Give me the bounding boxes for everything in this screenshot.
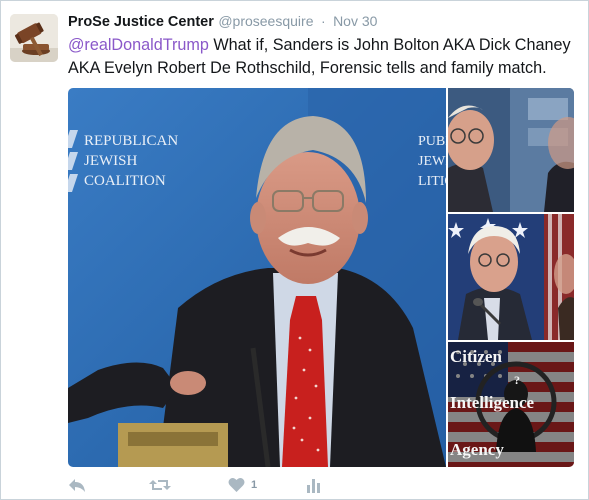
backdrop-text-1: REPUBLICAN	[84, 133, 178, 149]
analytics-icon	[307, 479, 320, 493]
retweet-icon	[149, 480, 171, 490]
reply-button[interactable]	[68, 477, 86, 493]
svg-text:?: ?	[514, 373, 520, 387]
backdrop-right-3: LITION	[418, 174, 446, 189]
backdrop-text-3: COALITION	[84, 173, 166, 189]
avatar[interactable]	[10, 14, 58, 62]
photo-thumb-2-image	[448, 214, 574, 340]
author-name[interactable]: ProSe Justice Center	[68, 14, 214, 30]
like-count: 1	[251, 479, 258, 491]
analytics-button[interactable]	[307, 477, 321, 493]
backdrop-right-2: JEWISH	[418, 154, 446, 169]
like-button[interactable]: 1	[228, 477, 257, 493]
photo-thumb-2[interactable]	[448, 214, 574, 340]
tweet-card: ProSe Justice Center @proseesquire · Nov…	[0, 0, 589, 500]
retweet-button[interactable]	[149, 477, 171, 493]
like-icon	[228, 477, 245, 492]
author-handle[interactable]: @proseesquire	[218, 13, 313, 29]
reply-icon	[69, 479, 85, 492]
photo-thumb-1-image	[448, 88, 574, 212]
tweet-header: ProSe Justice Center @proseesquire · Nov…	[68, 13, 377, 31]
photo-main-image: REPUBLICAN JEWISH COALITION PUBLIC JEWIS…	[68, 88, 446, 467]
photo-thumb-3-image: ? Citizen Intelligence Agency	[448, 342, 574, 467]
photo-thumb-1[interactable]	[448, 88, 574, 212]
backdrop-right-1: PUBLIC	[418, 134, 446, 149]
mention-link[interactable]: @realDonaldTrump	[68, 36, 209, 54]
separator: ·	[320, 13, 326, 29]
gavel-avatar-image	[10, 14, 58, 62]
photo-thumb-3[interactable]: ? Citizen Intelligence Agency	[448, 342, 574, 467]
overlay-word-1: Citizen	[450, 347, 502, 366]
backdrop-text-2: JEWISH	[84, 153, 137, 169]
tweet-text: @realDonaldTrump What if, Sanders is Joh…	[68, 34, 580, 80]
photo-main[interactable]: REPUBLICAN JEWISH COALITION PUBLIC JEWIS…	[68, 88, 446, 467]
media-grid: REPUBLICAN JEWISH COALITION PUBLIC JEWIS…	[68, 88, 574, 467]
overlay-word-2: Intelligence	[450, 393, 534, 412]
overlay-word-3: Agency	[450, 440, 504, 459]
timestamp[interactable]: Nov 30	[333, 13, 377, 29]
